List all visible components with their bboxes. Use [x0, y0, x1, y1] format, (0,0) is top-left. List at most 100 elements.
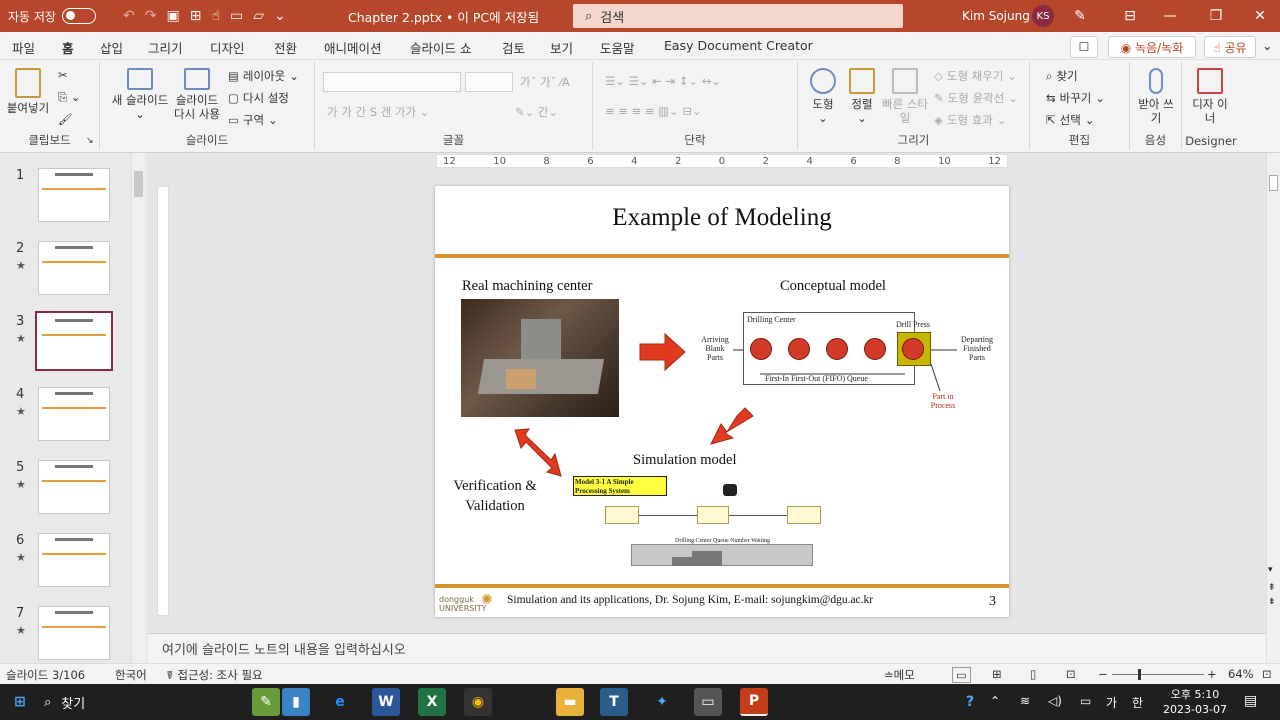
- word-icon[interactable]: W: [372, 688, 400, 716]
- pen-icon[interactable]: ✎: [1060, 0, 1100, 32]
- minimize-icon[interactable]: —: [1150, 0, 1190, 32]
- reset-button[interactable]: ▢ 다시 설정: [228, 90, 289, 106]
- internet-explorer-icon[interactable]: e: [326, 688, 354, 716]
- slide-sorter-icon[interactable]: ⊞: [992, 667, 1002, 681]
- verification-validation-label[interactable]: Verification & Validation: [449, 476, 541, 516]
- slide-canvas[interactable]: Example of Modeling Real machining cente…: [435, 186, 1009, 617]
- learning-tool-icon[interactable]: ✎: [252, 688, 280, 716]
- bottle-app-icon[interactable]: ▮: [282, 688, 310, 716]
- quick-style-button[interactable]: 빠른 스타일: [882, 68, 928, 125]
- ime-mode[interactable]: 한: [1132, 694, 1143, 711]
- collapse-icon[interactable]: ⌄: [1262, 38, 1272, 53]
- font-size-field[interactable]: [465, 72, 513, 92]
- font-format-icons[interactable]: 가 가 간 S 갠 가가 ⌄: [327, 104, 429, 120]
- notes-button[interactable]: ≐메모: [884, 667, 915, 683]
- cut-icon[interactable]: ✂: [58, 68, 68, 82]
- taskbar-search[interactable]: ⌕ 찾기: [44, 690, 85, 714]
- slide-thumbnail[interactable]: [38, 606, 110, 660]
- notification-icon[interactable]: ▤: [1244, 693, 1257, 709]
- autosave-toggle[interactable]: [61, 8, 96, 24]
- simulation-model-label[interactable]: Simulation model: [633, 452, 737, 469]
- editor-scrollbar[interactable]: ▾ ⇞ ⇟: [1266, 153, 1280, 663]
- dictate-button[interactable]: 받아 쓰기: [1138, 68, 1174, 125]
- slideshow-view-icon[interactable]: ⊡: [1066, 667, 1076, 681]
- shape-fill-button[interactable]: ◇ 도형 채우기 ⌄: [934, 68, 1017, 84]
- clock[interactable]: 오후 5:10 2023-03-07: [1162, 687, 1228, 717]
- new-slide-button[interactable]: 새 슬라이드 ⌄: [104, 68, 176, 121]
- zoom-out-icon[interactable]: −: [1098, 667, 1108, 681]
- tab-animations[interactable]: 애니메이션: [324, 38, 382, 57]
- tab-transitions[interactable]: 전환: [274, 38, 297, 57]
- ime-language[interactable]: 가: [1106, 694, 1117, 711]
- normal-view-icon[interactable]: ▭: [952, 667, 971, 683]
- section-button[interactable]: ▭ 구역 ⌄: [228, 112, 278, 128]
- wifi-icon[interactable]: ≋: [1020, 694, 1030, 708]
- language-indicator[interactable]: 한국어: [115, 667, 147, 683]
- chrome-icon[interactable]: ◉: [464, 688, 492, 716]
- list-icons[interactable]: ☰⌄ ☰⌄ ⇤ ⇥ ↕⌄ ↔⌄: [605, 74, 721, 88]
- undo-icon[interactable]: ↶: [123, 8, 135, 24]
- customize-icon[interactable]: ⌄: [274, 8, 286, 24]
- reading-view-icon[interactable]: ▯: [1030, 667, 1036, 681]
- slide-thumbnail[interactable]: [38, 241, 110, 295]
- app-icon[interactable]: ✦: [648, 688, 676, 716]
- tab-design[interactable]: 디자인: [210, 38, 245, 57]
- tab-help[interactable]: 도움말: [600, 38, 635, 57]
- tab-file[interactable]: 파일: [12, 38, 35, 57]
- zoom-level[interactable]: 64%: [1228, 667, 1254, 681]
- redo-icon[interactable]: ↷: [145, 8, 157, 24]
- shape-effect-button[interactable]: ◈ 도형 효과 ⌄: [934, 112, 1006, 128]
- fit-slide-icon[interactable]: ⊡: [1262, 667, 1272, 681]
- comments-icon[interactable]: ☐: [1070, 36, 1098, 58]
- search-box[interactable]: ⌕ 검색: [573, 4, 903, 28]
- excel-icon[interactable]: X: [418, 688, 446, 716]
- zoom-slider[interactable]: [1112, 669, 1204, 680]
- align-icons[interactable]: ≡ ≡ ≡ ≡ ▥⌄ ⊟⌄: [605, 104, 702, 118]
- layout-button[interactable]: ▤ 레이아웃 ⌄: [228, 68, 299, 84]
- reuse-slides-button[interactable]: 슬라이드 다시 사용: [170, 68, 224, 121]
- restore-icon[interactable]: ❐: [1196, 0, 1236, 32]
- tab-insert[interactable]: 삽입: [100, 38, 123, 57]
- image-icon[interactable]: ▭: [230, 8, 243, 24]
- share-button[interactable]: ☝ 공유: [1204, 36, 1256, 58]
- slide-thumbnail[interactable]: [38, 387, 110, 441]
- thumbnail-scrollbar[interactable]: [131, 153, 145, 663]
- tab-slideshow[interactable]: 슬라이드 쇼: [410, 38, 471, 57]
- format-painter-icon[interactable]: 🖌: [58, 112, 73, 126]
- font-size-controls-icon[interactable]: 가ˆ 가ˇ ⁄A: [520, 74, 570, 90]
- tab-view[interactable]: 보기: [550, 38, 573, 57]
- autosave[interactable]: 자동 저장: [8, 0, 96, 32]
- slide-thumbnail[interactable]: [38, 168, 110, 222]
- windows-start-icon[interactable]: ⊞: [6, 688, 34, 716]
- shape-button[interactable]: 도형 ⌄: [802, 68, 844, 125]
- notes-pane[interactable]: 여기에 슬라이드 노트의 내용을 입력하십시오: [148, 633, 1266, 663]
- shape-outline-button[interactable]: ✎ 도형 윤곽선 ⌄: [934, 90, 1018, 106]
- volume-icon[interactable]: ◁): [1048, 694, 1062, 708]
- copy-icon[interactable]: ⎘ ⌄: [58, 90, 81, 105]
- clipboard-launcher-icon[interactable]: ↘: [86, 136, 94, 146]
- avatar[interactable]: KS: [1032, 5, 1054, 27]
- slide-thumbnail[interactable]: [35, 311, 113, 371]
- tab-review[interactable]: 검토: [502, 38, 525, 57]
- close-icon[interactable]: ✕: [1240, 0, 1280, 32]
- tray-chevron-icon[interactable]: ⌃: [990, 694, 1000, 708]
- record-button[interactable]: ◉ 녹음/녹화: [1108, 36, 1196, 58]
- save-icon[interactable]: ▣: [166, 8, 179, 24]
- present-icon[interactable]: ⊞: [190, 8, 202, 24]
- accessibility-status[interactable]: ☤ 접근성: 조사 필요: [166, 667, 263, 683]
- touch-mode-icon[interactable]: ☝: [211, 8, 220, 24]
- window-app-icon[interactable]: ▭: [694, 688, 722, 716]
- replace-button[interactable]: ⇆ 바꾸기 ⌄: [1046, 90, 1105, 106]
- help-icon[interactable]: ?: [956, 688, 984, 716]
- find-button[interactable]: ⌕ 찾기: [1046, 68, 1078, 84]
- tab-easy-document-creator[interactable]: Easy Document Creator: [664, 38, 813, 53]
- open-folder-icon[interactable]: ▱: [253, 8, 264, 24]
- slide-thumbnail[interactable]: [38, 460, 110, 514]
- zoom-in-icon[interactable]: +: [1207, 667, 1217, 681]
- file-explorer-icon[interactable]: ▬: [556, 688, 584, 716]
- font-color-icon[interactable]: ✎⌄ 간⌄: [515, 104, 558, 120]
- teams-icon[interactable]: T: [600, 688, 628, 716]
- ribbon-display-icon[interactable]: ⊟: [1110, 0, 1150, 32]
- powerpoint-icon[interactable]: P: [740, 688, 768, 716]
- font-name-field[interactable]: [323, 72, 461, 92]
